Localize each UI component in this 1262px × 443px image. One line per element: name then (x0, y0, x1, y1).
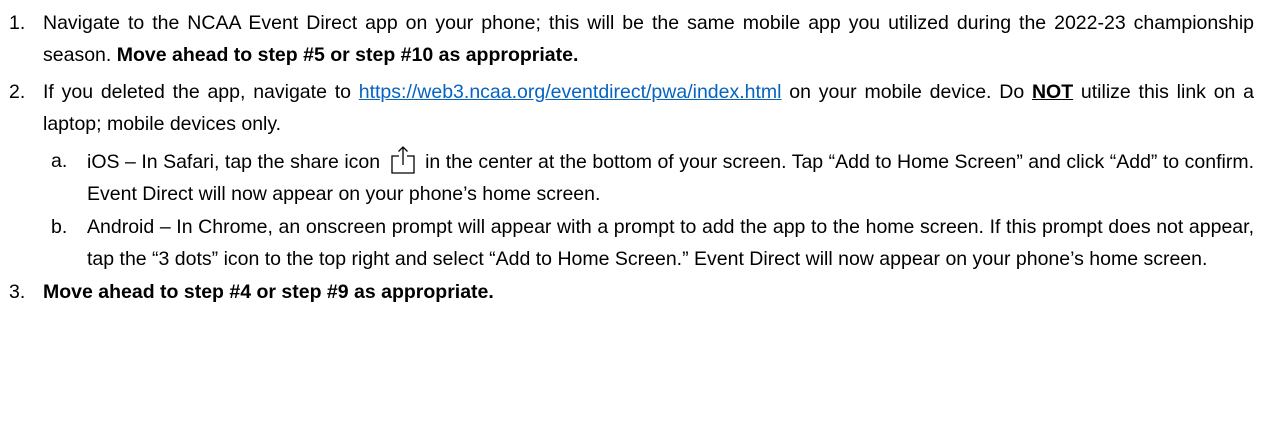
step-text: on your mobile device. Do (789, 81, 1025, 103)
event-direct-pwa-link[interactable]: https://web3.ncaa.org/eventdirect/pwa/in… (359, 81, 782, 103)
instructions-document: 1. Navigate to the NCAA Event Direct app… (0, 0, 1262, 443)
substep-text: iOS – In Safari, tap the share icon (87, 151, 381, 173)
step-1: 1. Navigate to the NCAA Event Direct app… (0, 7, 1254, 71)
substep-b: b. Android – In Chrome, an onscreen prom… (0, 211, 1254, 275)
substep-letter: b. (51, 216, 68, 238)
step-bold-note: Move ahead to step #5 or step #10 as app… (116, 44, 579, 66)
step-3: 3. Move ahead to step #4 or step #9 as a… (0, 276, 1254, 308)
step-bold-note: Move ahead to step #4 or step #9 as appr… (43, 281, 494, 303)
step-number: 3. (9, 281, 26, 303)
step-number: 1. (9, 12, 26, 34)
step-text: If you deleted the app, navigate to (43, 81, 351, 103)
substep-letter: a. (51, 150, 68, 172)
step-number: 2. (9, 81, 26, 103)
substep-a: a. iOS – In Safari, tap the share icon i… (0, 145, 1254, 210)
share-icon (390, 146, 415, 174)
substep-text: Android – In Chrome, an onscreen prompt … (87, 216, 1254, 270)
step-2: 2. If you deleted the app, navigate to h… (0, 76, 1254, 140)
step-emphasis: NOT (1031, 81, 1074, 103)
